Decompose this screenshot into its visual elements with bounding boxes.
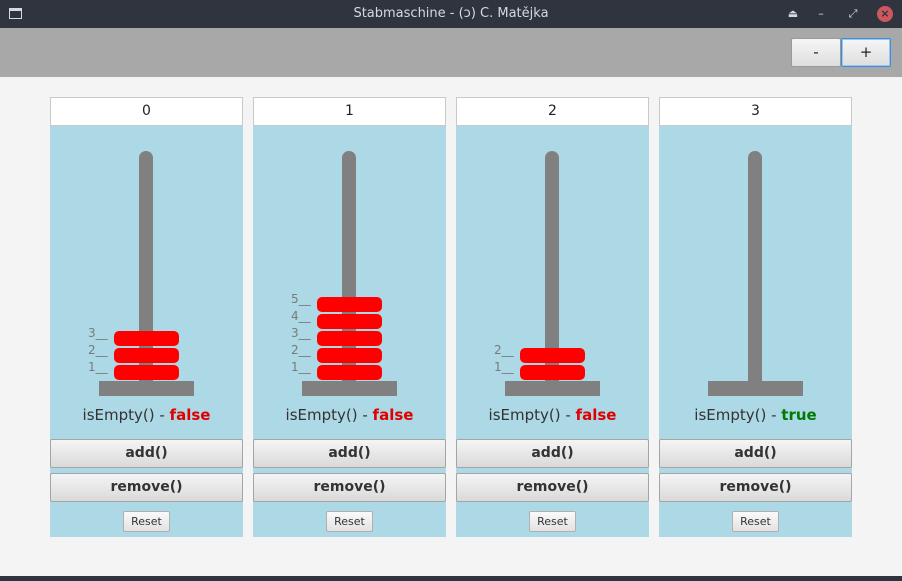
stack-disc	[317, 348, 382, 363]
stack-disc	[114, 348, 179, 363]
level-marker: 4__	[291, 309, 311, 323]
level-marker: 1__	[88, 360, 108, 374]
reset-button[interactable]: Reset	[732, 511, 779, 532]
stack-base	[302, 381, 397, 396]
level-marker: 2__	[88, 343, 108, 357]
stack-base	[708, 381, 803, 396]
close-button[interactable]: ×	[877, 6, 893, 22]
level-marker: 3__	[291, 326, 311, 340]
stack-column: 0 1__ 2__ 3__ isEmpty() - false add() remove()…	[50, 97, 243, 537]
status-value: true	[781, 406, 817, 424]
stack-rod	[748, 151, 762, 383]
add-button[interactable]: add()	[456, 439, 649, 468]
remove-button[interactable]: remove()	[50, 473, 243, 502]
stack-base	[99, 381, 194, 396]
window-title: Stabmaschine - (ɔ) C. Matějka	[353, 6, 549, 21]
is-empty-status: isEmpty() - false	[456, 406, 649, 424]
status-prefix: isEmpty() -	[82, 406, 170, 424]
level-marker: 2__	[291, 343, 311, 357]
reset-button[interactable]: Reset	[529, 511, 576, 532]
is-empty-status: isEmpty() - true	[659, 406, 852, 424]
status-value: false	[169, 406, 211, 424]
reset-button[interactable]: Reset	[123, 511, 170, 532]
is-empty-status: isEmpty() - false	[253, 406, 446, 424]
minimize-button[interactable]: –	[813, 6, 829, 22]
toolbar: - +	[0, 28, 902, 77]
stack-disc	[520, 365, 585, 380]
title-bar: Stabmaschine - (ɔ) C. Matějka ⏏ – ⤢ ×	[0, 0, 902, 28]
eject-icon[interactable]: ⏏	[785, 6, 801, 22]
stack-disc	[317, 314, 382, 329]
status-value: false	[575, 406, 617, 424]
add-button[interactable]: add()	[50, 439, 243, 468]
stack-disc	[520, 348, 585, 363]
stack-column: 1 1__ 2__ 3__ 4__ 5__ isEmpty() - false add() re…	[253, 97, 446, 537]
stack-index-label: 1	[253, 97, 446, 126]
stack-disc	[317, 297, 382, 312]
remove-button[interactable]: remove()	[456, 473, 649, 502]
stack-disc	[317, 365, 382, 380]
stack-disc	[317, 331, 382, 346]
stack-disc	[114, 331, 179, 346]
level-marker: 5__	[291, 292, 311, 306]
level-marker: 2__	[494, 343, 514, 357]
level-marker: 3__	[88, 326, 108, 340]
status-prefix: isEmpty() -	[488, 406, 576, 424]
status-value: false	[372, 406, 414, 424]
remove-column-button[interactable]: -	[791, 38, 841, 67]
stack-disc	[114, 365, 179, 380]
add-button[interactable]: add()	[659, 439, 852, 468]
add-column-button[interactable]: +	[841, 38, 891, 67]
stack-base	[505, 381, 600, 396]
stack-index-label: 0	[50, 97, 243, 126]
add-button[interactable]: add()	[253, 439, 446, 468]
remove-button[interactable]: remove()	[253, 473, 446, 502]
is-empty-status: isEmpty() - false	[50, 406, 243, 424]
reset-button[interactable]: Reset	[326, 511, 373, 532]
maximize-button[interactable]: ⤢	[845, 6, 861, 22]
status-prefix: isEmpty() -	[285, 406, 373, 424]
status-prefix: isEmpty() -	[694, 406, 782, 424]
window-frame-bottom	[0, 576, 902, 581]
remove-button[interactable]: remove()	[659, 473, 852, 502]
stack-index-label: 3	[659, 97, 852, 126]
level-marker: 1__	[494, 360, 514, 374]
stack-column: 2 1__ 2__ isEmpty() - false add() remove() Res…	[456, 97, 649, 537]
stack-index-label: 2	[456, 97, 649, 126]
stack-column: 3 isEmpty() - true add() remove() Reset	[659, 97, 852, 537]
level-marker: 1__	[291, 360, 311, 374]
